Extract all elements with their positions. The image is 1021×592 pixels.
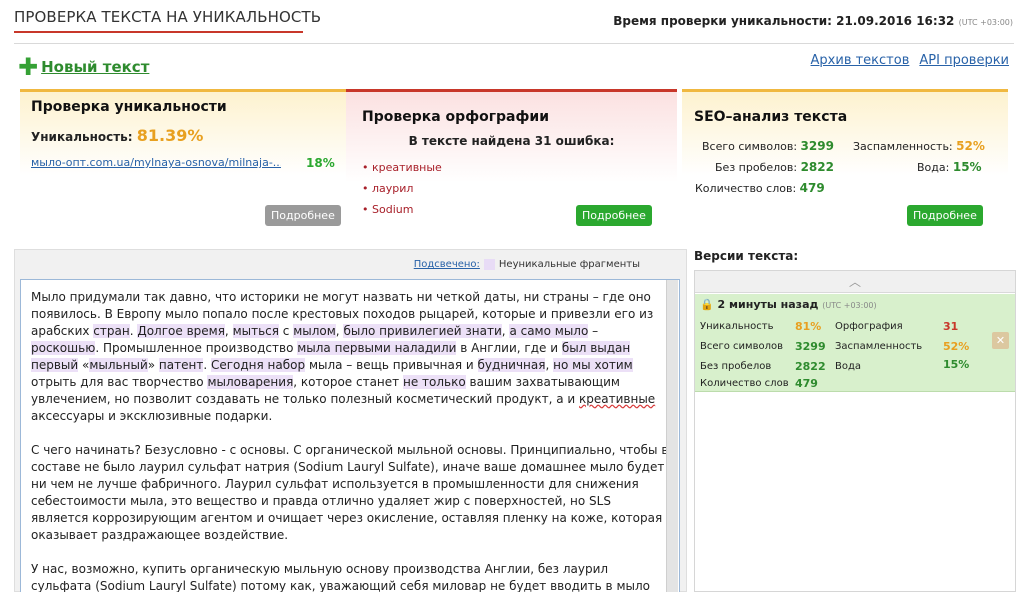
versions-scroll-up[interactable]: ︿ [695, 271, 1015, 293]
lock-icon: 🔒 [700, 298, 714, 311]
version-spell-value: 31 [943, 320, 959, 333]
seo-more-button[interactable]: Подробнее [907, 205, 983, 226]
nonunique-fragment: мыльный [89, 358, 148, 372]
nonunique-fragment: патент [158, 358, 204, 372]
nonunique-fragment: стран [93, 324, 130, 338]
uniqueness-more-button[interactable]: Подробнее [265, 205, 341, 226]
version-nospace-value: 2822 [795, 360, 826, 373]
nonunique-fragment: было привилегией знати [343, 324, 502, 338]
uniqueness-card: Проверка уникальности Уникальность: 81.3… [20, 89, 346, 231]
text-fragment: – [588, 324, 599, 338]
version-chars: Всего символов [700, 341, 784, 352]
versions-title: Версии текста: [694, 249, 799, 263]
nonunique-fragment: Долгое время [137, 324, 225, 338]
version-nospace: Без пробелов [700, 361, 772, 372]
text-fragment: , которое станет [293, 375, 403, 389]
text-fragment: отрыть для вас творчество [31, 375, 208, 389]
version-chars-value: 3299 [795, 340, 826, 353]
uniqueness-card-title: Проверка уникальности [31, 99, 227, 115]
nonunique-fragment: а само мыло [509, 324, 589, 338]
title-underline [14, 31, 303, 33]
version-water-value: 15% [943, 358, 970, 371]
version-uniq: Уникальность [700, 321, 774, 332]
version-item[interactable]: 🔒 2 минуты назад (UTC +03:00) Уникальнос… [695, 294, 1015, 392]
text-paragraph-1: Мыло придумали так давно, что историки н… [31, 289, 669, 425]
archive-link[interactable]: Архив текстов [811, 53, 910, 68]
text-panel: Подсвечено: Неуникальные фрагменты Мыло … [14, 249, 687, 592]
spelling-card-title: Проверка орфографии [362, 109, 549, 125]
spelling-error-word: лаурил [372, 182, 414, 195]
new-text-button[interactable]: ✚ Новый текст [18, 53, 149, 81]
nonunique-fragment: не только [402, 375, 466, 389]
nonunique-fragment: мыться [232, 324, 279, 338]
check-time-tz: (UTC +03:00) [958, 18, 1013, 27]
spelling-card: Проверка орфографии В тексте найдена 31 … [346, 89, 677, 231]
text-fragment: . [203, 358, 211, 372]
source-percent: 18% [306, 156, 335, 170]
new-text-link[interactable]: Новый текст [41, 58, 149, 76]
uniqueness-value: 81.39% [136, 126, 204, 145]
spelling-error-highlight: креативные [579, 392, 656, 406]
text-paragraph-2: С чего начинать? Безусловно - с основы. … [31, 443, 669, 542]
check-time: Время проверки уникальности: 21.09.2016 … [613, 14, 1013, 28]
nonunique-fragment: будничная [477, 358, 546, 372]
nonunique-swatch [483, 259, 495, 270]
spelling-error-item[interactable]: • лаурил [362, 182, 413, 195]
text-fragment: мыла – вещь привычная и [305, 358, 478, 372]
spelling-error-item[interactable]: • Sodium [362, 203, 413, 216]
chevron-up-icon: ︿ [848, 275, 861, 289]
nonunique-fragment: роскошью [31, 341, 96, 355]
highlight-toggle[interactable]: Подсвечено: [414, 259, 480, 270]
version-delete-icon[interactable]: ✕ [992, 332, 1009, 349]
nonunique-label: Неуникальные фрагменты [498, 259, 640, 270]
text-fragment: аксессуары и эксклюзивные подарки. [31, 409, 273, 423]
plus-icon: ✚ [18, 53, 39, 81]
text-fragment: . Промышленное производство [95, 341, 298, 355]
version-water: Вода [835, 361, 862, 372]
text-scrollbar[interactable] [666, 280, 678, 592]
text-paragraph-3: У нас, возможно, купить органическую мыл… [31, 562, 650, 592]
version-words-value: 479 [795, 377, 818, 390]
check-time-label: Время проверки уникальности: 21.09.2016 … [613, 14, 955, 28]
version-spam: Заспамленность [835, 341, 923, 352]
spelling-summary: В тексте найдена 31 ошибка: [408, 134, 615, 148]
seo-words: Количество слов: 479 [695, 181, 825, 195]
spelling-error-word: Sodium [372, 203, 414, 216]
uniqueness-line: Уникальность: 81.39% [31, 126, 203, 145]
version-uniq-value: 81% [795, 320, 822, 333]
seo-spam: Заспамленность: 52% [853, 139, 985, 153]
text-fragment: , [545, 358, 554, 372]
version-spam-value: 52% [943, 340, 970, 353]
text-fragment: « [78, 358, 90, 372]
nonunique-fragment: мыла первыми наладили [297, 341, 457, 355]
version-time: 🔒 2 минуты назад (UTC +03:00) [700, 298, 877, 311]
highlight-legend: Подсвечено: Неуникальные фрагменты [414, 259, 640, 270]
checked-text-area[interactable]: Мыло придумали так давно, что историки н… [20, 279, 680, 592]
source-link[interactable]: мыло-опт.com.ua/mylnaya-osnova/milnaja-.… [31, 156, 281, 169]
seo-chars: Всего символов: 3299 [702, 139, 834, 153]
page-title: ПРОВЕРКА ТЕКСТА НА УНИКАЛЬНОСТЬ [14, 8, 322, 26]
api-link[interactable]: API проверки [919, 53, 1009, 68]
seo-card: SEO–анализ текста Всего символов: 3299 Б… [682, 89, 1008, 231]
spelling-error-word: креативные [372, 161, 442, 174]
uniqueness-label: Уникальность: [31, 130, 133, 144]
nonunique-fragment: Сегодня набор [210, 358, 306, 372]
nonunique-fragment: мыловарения [207, 375, 294, 389]
text-fragment: , [224, 324, 233, 338]
nonunique-fragment: мылом [293, 324, 336, 338]
versions-panel: ︿ 🔒 2 минуты назад (UTC +03:00) Уникальн… [694, 270, 1016, 592]
seo-card-title: SEO–анализ текста [694, 109, 848, 125]
text-fragment: с [278, 324, 294, 338]
version-words: Количество слов [700, 378, 789, 389]
spelling-error-item[interactable]: • креативные [362, 161, 442, 174]
spelling-more-button[interactable]: Подробнее [576, 205, 652, 226]
version-spell: Орфография [835, 321, 903, 332]
seo-nospace: Без пробелов: 2822 [715, 160, 834, 174]
text-fragment: в Англии, где и [456, 341, 562, 355]
text-fragment: » [147, 358, 159, 372]
seo-water: Вода: 15% [917, 160, 982, 174]
header-divider [14, 43, 1014, 44]
nonunique-fragment: но мы хотим [553, 358, 633, 372]
top-links: Архив текстов API проверки [811, 53, 1009, 68]
